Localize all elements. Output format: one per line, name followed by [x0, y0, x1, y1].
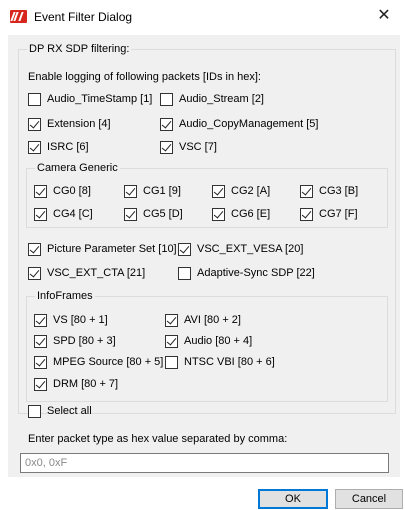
checkbox-label: DRM [80 + 7]: [53, 377, 119, 390]
checkbox-select-all[interactable]: Select all: [28, 404, 92, 418]
checkbox-vsc-ext-vesa[interactable]: VSC_EXT_VESA [20]: [178, 242, 303, 256]
checkbox-box[interactable]: [28, 266, 41, 280]
checkbox-box[interactable]: [178, 266, 191, 280]
cancel-button[interactable]: Cancel: [335, 489, 403, 509]
checkbox-box[interactable]: [165, 313, 178, 327]
hex-entry-label: Enter packet type as hex value separated…: [28, 433, 288, 445]
checkbox-audio-stream[interactable]: Audio_Stream [2]: [160, 92, 264, 106]
checkbox-box[interactable]: [300, 207, 313, 221]
checkbox-box[interactable]: [34, 184, 47, 198]
checkbox-box[interactable]: [160, 92, 173, 106]
checkbox-label: VS [80 + 1]: [53, 313, 108, 326]
checkbox-box[interactable]: [28, 140, 41, 154]
camera-generic-group-label: Camera Generic: [35, 162, 120, 175]
checkbox-box[interactable]: [28, 117, 41, 131]
checkbox-cg6[interactable]: CG6 [E]: [212, 207, 270, 221]
checkbox-label: Audio_TimeStamp [1]: [47, 92, 153, 105]
checkbox-spd[interactable]: SPD [80 + 3]: [34, 334, 116, 348]
checkbox-label: Audio [80 + 4]: [184, 334, 253, 347]
checkbox-box[interactable]: [300, 184, 313, 198]
dialog-body: DP RX SDP filtering: Enable logging of f…: [8, 35, 400, 477]
checkbox-cg5[interactable]: CG5 [D]: [124, 207, 183, 221]
checkbox-box[interactable]: [160, 117, 173, 131]
checkbox-label: CG5 [D]: [143, 207, 183, 220]
checkbox-label: VSC [7]: [179, 140, 217, 153]
checkbox-avi[interactable]: AVI [80 + 2]: [165, 313, 241, 327]
hex-packet-input[interactable]: [20, 453, 389, 473]
checkbox-box[interactable]: [124, 207, 137, 221]
checkbox-vsc-ext-cta[interactable]: VSC_EXT_CTA [21]: [28, 266, 145, 280]
checkbox-label: Audio_Stream [2]: [179, 92, 264, 105]
checkbox-picture-parameter-set[interactable]: Picture Parameter Set [10]: [28, 242, 177, 256]
close-button[interactable]: ✕: [373, 5, 395, 27]
checkbox-label: CG3 [B]: [319, 184, 359, 197]
checkbox-box[interactable]: [160, 140, 173, 154]
checkbox-mpeg-source[interactable]: MPEG Source [80 + 5]: [34, 355, 163, 369]
checkbox-label: AVI [80 + 2]: [184, 313, 241, 326]
checkbox-box[interactable]: [28, 404, 41, 418]
checkbox-box[interactable]: [28, 92, 41, 106]
checkbox-label: CG0 [8]: [53, 184, 91, 197]
checkbox-box[interactable]: [34, 207, 47, 221]
checkbox-label: Audio_CopyManagement [5]: [179, 117, 319, 130]
checkbox-vs[interactable]: VS [80 + 1]: [34, 313, 108, 327]
checkbox-label: CG2 [A]: [231, 184, 271, 197]
checkbox-audio-copymanagement[interactable]: Audio_CopyManagement [5]: [160, 117, 318, 131]
checkbox-drm[interactable]: DRM [80 + 7]: [34, 377, 118, 391]
checkbox-label: CG6 [E]: [231, 207, 271, 220]
ok-button[interactable]: OK: [258, 489, 328, 509]
checkbox-label: MPEG Source [80 + 5]: [53, 355, 164, 368]
checkbox-label: ISRC [6]: [47, 140, 89, 153]
enable-logging-label: Enable logging of following packets [IDs…: [28, 71, 261, 83]
checkbox-audio[interactable]: Audio [80 + 4]: [165, 334, 252, 348]
dp-rx-sdp-group-label: DP RX SDP filtering:: [27, 43, 132, 56]
checkbox-label: CG1 [9]: [143, 184, 181, 197]
checkbox-box[interactable]: [212, 207, 225, 221]
checkbox-label: VSC_EXT_CTA [21]: [47, 266, 146, 279]
checkbox-label: SPD [80 + 3]: [53, 334, 116, 347]
checkbox-box[interactable]: [178, 242, 191, 256]
checkbox-label: Picture Parameter Set [10]: [47, 242, 177, 255]
infoframes-group-label: InfoFrames: [35, 290, 95, 303]
checkbox-label: Extension [4]: [47, 117, 111, 130]
checkbox-audio-timestamp[interactable]: Audio_TimeStamp [1]: [28, 92, 152, 106]
checkbox-cg2[interactable]: CG2 [A]: [212, 184, 270, 198]
checkbox-cg0[interactable]: CG0 [8]: [34, 184, 91, 198]
checkbox-isrc[interactable]: ISRC [6]: [28, 140, 89, 154]
checkbox-cg7[interactable]: CG7 [F]: [300, 207, 358, 221]
checkbox-box[interactable]: [28, 242, 41, 256]
checkbox-box[interactable]: [34, 355, 47, 369]
checkbox-label: CG7 [F]: [319, 207, 358, 220]
checkbox-ntsc-vbi[interactable]: NTSC VBI [80 + 6]: [165, 355, 275, 369]
checkbox-box[interactable]: [165, 334, 178, 348]
checkbox-box[interactable]: [34, 313, 47, 327]
window-title: Event Filter Dialog: [34, 10, 133, 24]
checkbox-box[interactable]: [212, 184, 225, 198]
checkbox-label: VSC_EXT_VESA [20]: [197, 242, 304, 255]
checkbox-label: NTSC VBI [80 + 6]: [184, 355, 275, 368]
checkbox-cg4[interactable]: CG4 [C]: [34, 207, 93, 221]
checkbox-box[interactable]: [165, 355, 178, 369]
checkbox-extension[interactable]: Extension [4]: [28, 117, 111, 131]
checkbox-box[interactable]: [34, 377, 47, 391]
checkbox-box[interactable]: [34, 334, 47, 348]
checkbox-label: Select all: [47, 404, 92, 417]
title-bar: Event Filter Dialog ✕: [0, 0, 405, 34]
checkbox-box[interactable]: [124, 184, 137, 198]
checkbox-vsc[interactable]: VSC [7]: [160, 140, 217, 154]
checkbox-adaptive-sync-sdp[interactable]: Adaptive-Sync SDP [22]: [178, 266, 315, 280]
checkbox-label: CG4 [C]: [53, 207, 93, 220]
checkbox-cg3[interactable]: CG3 [B]: [300, 184, 358, 198]
app-logo-icon: [10, 10, 27, 23]
checkbox-cg1[interactable]: CG1 [9]: [124, 184, 181, 198]
checkbox-label: Adaptive-Sync SDP [22]: [197, 266, 315, 279]
